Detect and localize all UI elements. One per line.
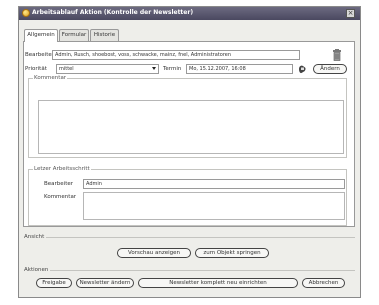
window-title: Arbeitsablauf Aktion (Kontrolle der News… (32, 9, 194, 16)
goto-object-button[interactable]: zum Objekt springen (195, 248, 269, 258)
termin-label: Termin (163, 66, 182, 72)
preview-button[interactable]: Vorschau anzeigen (117, 248, 191, 258)
prioritaet-select[interactable]: mittel (56, 64, 159, 74)
ansicht-legend: Ansicht (24, 234, 47, 240)
prioritaet-value: mittel (59, 66, 74, 72)
termin-field[interactable]: Mo, 15.12.2007, 16:08 (186, 64, 293, 74)
trash-icon[interactable] (332, 49, 342, 61)
calendar-icon[interactable] (297, 64, 307, 74)
newsletter-neu-button[interactable]: Newsletter komplett neu einrichten (138, 278, 298, 288)
close-button[interactable]: × (346, 9, 355, 18)
aktionen-divider (24, 270, 355, 271)
last-kommentar-field (83, 192, 345, 220)
abbrechen-button[interactable]: Abbrechen (302, 278, 345, 288)
ansicht-divider (24, 237, 355, 238)
prioritaet-label: Priorität (25, 66, 47, 72)
kommentar-textarea[interactable] (38, 100, 344, 154)
tab-formular[interactable]: Formular (59, 29, 89, 41)
last-bearbeiter-label: Bearbeiter (44, 181, 73, 187)
kommentar-legend: Kommentar (33, 75, 68, 81)
title-bar: Arbeitsablauf Aktion (Kontrolle der News… (19, 7, 360, 20)
aktionen-legend: Aktionen (24, 267, 51, 273)
bearbeiter-label: Bearbeiter (25, 52, 54, 58)
last-step-legend: Letzer Arbeitsschritt (33, 166, 91, 172)
app-icon (22, 9, 30, 17)
aendern-button[interactable]: Ändern (313, 64, 347, 74)
bearbeiter-field[interactable]: Admin, Rusch, shoebost, voss, schwacke, … (52, 50, 300, 60)
tab-allgemein[interactable]: Allgemein (24, 29, 58, 42)
last-bearbeiter-field: Admin (83, 179, 345, 189)
freigabe-button[interactable]: Freigabe (36, 278, 72, 288)
newsletter-aendern-button[interactable]: Newsletter ändern (76, 278, 134, 288)
last-kommentar-label: Kommentar (44, 194, 77, 200)
tab-historie[interactable]: Historie (90, 29, 119, 41)
chevron-down-icon (152, 67, 156, 70)
